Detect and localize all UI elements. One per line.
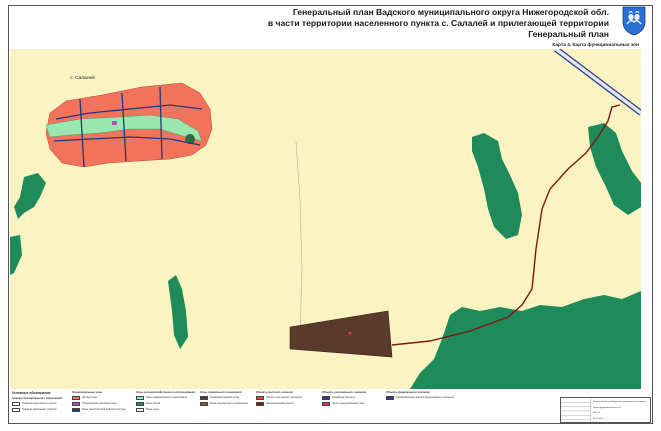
legend-swatch bbox=[72, 402, 80, 406]
title-line-1: Генеральный план Вадского муниципального… bbox=[292, 7, 609, 17]
legend: Условные обозначения Граница муниципально… bbox=[10, 389, 558, 422]
legend-swatch bbox=[200, 402, 208, 406]
legend-item-label: Пункт редуцирования газа bbox=[332, 402, 364, 406]
stamp-row: Карта функциональных зон bbox=[593, 406, 621, 409]
legend-item-label: Иные зоны bbox=[146, 408, 160, 412]
legend-item-label: Зона специального назначения bbox=[210, 402, 248, 406]
legend-group-title: Объекты федерального значения bbox=[386, 391, 430, 394]
legend-swatch bbox=[386, 396, 394, 400]
legend-group-title: Объекты местного значения bbox=[256, 391, 293, 394]
legend-item-label: Жилые зоны bbox=[82, 396, 98, 400]
map-area[interactable]: с. Салалей bbox=[10, 49, 641, 389]
title-block-stamp: Генеральный план Вадского муниципального… bbox=[560, 397, 651, 424]
legend-item-label: Автомобильная дорога федерального значен… bbox=[396, 396, 454, 400]
legend-swatch bbox=[200, 396, 208, 400]
object-marker bbox=[348, 331, 352, 335]
coat-of-arms-icon bbox=[622, 6, 646, 36]
legend-swatch bbox=[322, 396, 330, 400]
legend-group-title: Граница муниципального образования bbox=[12, 397, 63, 400]
legend-swatch bbox=[12, 402, 20, 406]
legend-group-title: Зоны сельскохозяйственного использования bbox=[136, 391, 196, 394]
legend-item-label: Граница населенного пункта bbox=[22, 402, 57, 406]
legend-item-label: Зоны лесов bbox=[146, 402, 161, 406]
legend-swatch bbox=[12, 408, 20, 412]
stamp-grid bbox=[561, 398, 591, 424]
legend-swatch bbox=[322, 402, 330, 406]
legend-swatch bbox=[72, 408, 80, 412]
legend-swatch bbox=[256, 396, 264, 400]
legend-group-title: Функциональные зоны bbox=[72, 391, 103, 394]
stamp-row: Лист 4 bbox=[593, 412, 600, 414]
legend-swatch bbox=[256, 402, 264, 406]
legend-item-label: Автомобильная дорога bbox=[266, 402, 294, 406]
map-sheet: Генеральный план Вадского муниципального… bbox=[0, 0, 661, 431]
legend-swatch bbox=[136, 396, 144, 400]
legend-group-title: Объекты регионального значения bbox=[322, 391, 367, 394]
legend-item-label: Граница земельного участка bbox=[22, 408, 57, 412]
legend-item-label: Общественно-деловые зоны bbox=[82, 402, 117, 406]
legend-item-label: Производственная зона bbox=[210, 396, 239, 400]
legend-item-label: Линейные объекты bbox=[332, 396, 356, 400]
legend-item-label: Зона транспортной инфраструктуры bbox=[82, 408, 126, 412]
stamp-row: Генеральный план Вадского муниципального… bbox=[593, 401, 647, 403]
legend-item-label: Объект культурного наследия bbox=[266, 396, 302, 400]
legend-swatch bbox=[72, 396, 80, 400]
public-zone bbox=[112, 121, 117, 125]
title-line-3: Генеральный план bbox=[528, 29, 609, 39]
legend-heading: Условные обозначения bbox=[12, 391, 51, 395]
map-canvas: с. Салалей bbox=[10, 49, 641, 389]
legend-item-label: Зоны рекреационного назначения bbox=[146, 396, 188, 400]
legend-swatch bbox=[136, 402, 144, 406]
title-line-2: в части территории населенного пункта с.… bbox=[267, 18, 609, 28]
legend-group-title: Зоны специального назначения bbox=[200, 391, 242, 394]
stamp-row: М 1:10000 bbox=[593, 417, 604, 420]
legend-swatch bbox=[136, 408, 144, 412]
settlement-label: с. Салалей bbox=[70, 74, 95, 81]
map-subtitle: Карта 4. Карта функциональных зон bbox=[552, 43, 639, 48]
